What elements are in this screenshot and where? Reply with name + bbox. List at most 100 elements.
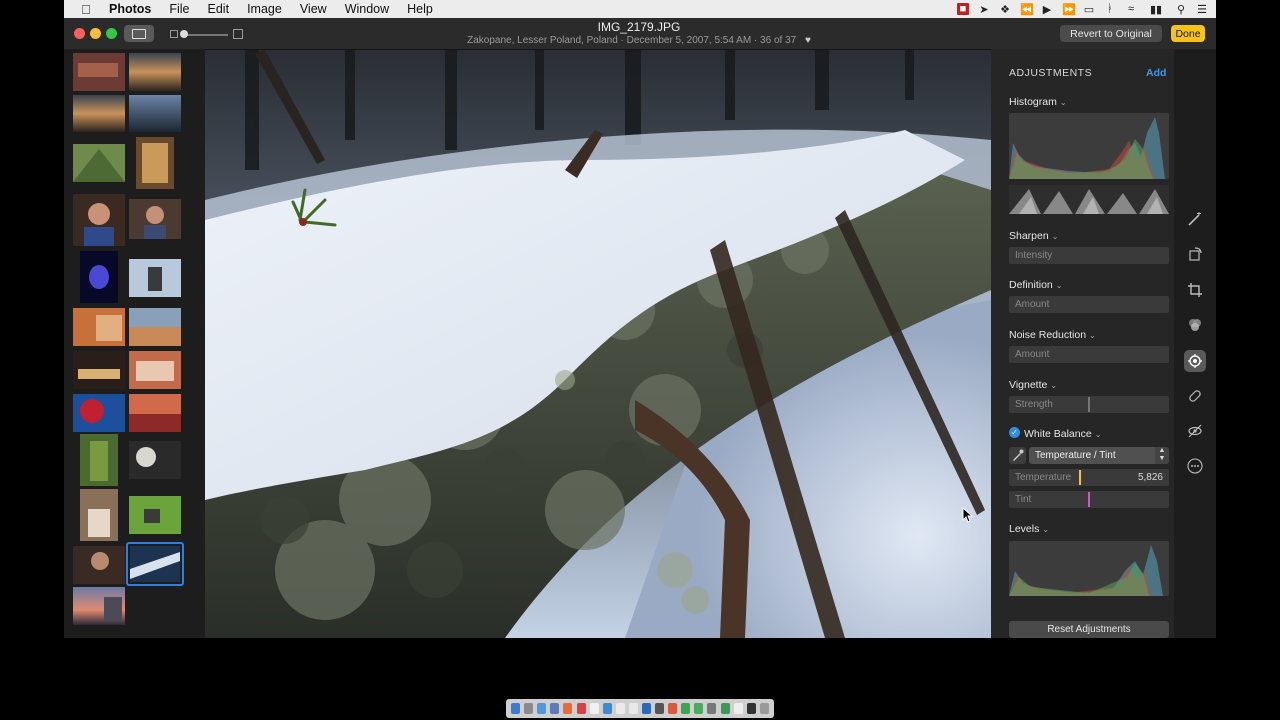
thumbnail[interactable] [73, 53, 125, 91]
histogram-section-toggle[interactable]: Histogram ⌄ [1009, 96, 1067, 108]
vignette-section-toggle[interactable]: Vignette ⌄ [1009, 379, 1057, 391]
list-icon[interactable]: ☰ [1196, 3, 1208, 16]
thumbnail[interactable] [129, 441, 181, 479]
temperature-marker[interactable] [1079, 470, 1081, 485]
menu-app-name[interactable]: Photos [100, 2, 160, 16]
calendar-icon[interactable] [576, 703, 586, 714]
histogram-strip[interactable] [1009, 185, 1169, 214]
levels-section-toggle[interactable]: Levels ⌄ [1009, 523, 1049, 535]
noise-reduction-section-toggle[interactable]: Noise Reduction ⌄ [1009, 329, 1096, 341]
chrome-icon[interactable] [668, 703, 678, 714]
thumbnail[interactable] [129, 394, 181, 432]
close-button[interactable] [74, 28, 85, 39]
facetime-icon[interactable] [694, 703, 704, 714]
red-eye-icon[interactable] [1184, 420, 1206, 442]
thumbnail[interactable] [129, 351, 181, 389]
thumbnail[interactable] [129, 308, 181, 346]
thumbnail[interactable] [73, 394, 125, 432]
fast-forward-icon[interactable]: ⏩ [1062, 3, 1076, 16]
tint-marker[interactable] [1088, 492, 1090, 507]
preview-icon[interactable] [628, 703, 638, 714]
menu-window[interactable]: Window [336, 2, 398, 16]
notes-icon[interactable] [589, 703, 599, 714]
white-balance-section-toggle[interactable]: White Balance ⌄ [1024, 428, 1101, 440]
thumbnail-strip[interactable] [64, 49, 205, 638]
trash-icon[interactable] [759, 703, 769, 714]
menu-file[interactable]: File [160, 2, 198, 16]
safari-icon[interactable] [537, 703, 547, 714]
monitor-icon[interactable] [746, 703, 756, 714]
mail-icon[interactable] [550, 703, 560, 714]
apple-logo-icon[interactable]:  [72, 2, 100, 17]
thumbnail[interactable] [80, 251, 118, 303]
launchpad-icon[interactable] [524, 703, 534, 714]
white-balance-checkbox[interactable]: ✓ [1009, 427, 1020, 438]
sidebar-toggle-button[interactable] [124, 25, 154, 42]
sharpen-section-toggle[interactable]: Sharpen ⌄ [1009, 230, 1058, 242]
bluetooth-icon[interactable]: ᛓ [1104, 3, 1116, 15]
wifi-icon[interactable]: ≈ [1125, 3, 1137, 15]
revert-to-original-button[interactable]: Revert to Original [1060, 25, 1162, 42]
menu-edit[interactable]: Edit [199, 2, 239, 16]
utility-icon[interactable] [707, 703, 717, 714]
heart-icon[interactable]: ♥ [805, 35, 811, 46]
slider-marker[interactable] [1088, 397, 1090, 412]
thumbnail[interactable] [136, 137, 174, 189]
thumbnail[interactable] [129, 199, 181, 239]
photos-app-icon[interactable] [563, 703, 573, 714]
retouch-icon[interactable] [1184, 385, 1206, 407]
rewind-icon[interactable]: ⏪ [1020, 3, 1034, 16]
messages-icon[interactable] [681, 703, 691, 714]
thumbnail[interactable] [73, 351, 125, 389]
rotate-icon[interactable] [1184, 243, 1206, 265]
reset-adjustments-button[interactable]: Reset Adjustments [1009, 621, 1169, 638]
sharpen-intensity-slider[interactable]: Intensity [1009, 247, 1169, 264]
more-icon[interactable] [1184, 455, 1206, 477]
crop-icon[interactable] [1184, 279, 1206, 301]
numbers-icon[interactable] [720, 703, 730, 714]
textedit-icon[interactable] [615, 703, 625, 714]
document-icon[interactable] [733, 703, 743, 714]
finder-icon[interactable] [511, 703, 521, 714]
add-adjustment-button[interactable]: Add [1146, 67, 1166, 79]
zoom-track[interactable] [182, 34, 228, 36]
battery-icon[interactable]: ▮▮ [1146, 3, 1166, 16]
definition-section-toggle[interactable]: Definition ⌄ [1009, 279, 1062, 291]
temperature-slider[interactable]: Temperature 5,826 [1009, 469, 1169, 486]
filters-icon[interactable] [1184, 314, 1206, 336]
system-prefs-icon[interactable] [641, 703, 651, 714]
definition-amount-slider[interactable]: Amount [1009, 296, 1169, 313]
done-button[interactable]: Done [1171, 25, 1205, 42]
thumbnail[interactable] [73, 95, 125, 132]
thumbnail[interactable] [80, 489, 118, 541]
fullscreen-button[interactable] [106, 28, 117, 39]
thumbnail[interactable] [129, 95, 181, 132]
thumbnail[interactable] [80, 434, 118, 486]
location-icon[interactable]: ➤ [978, 3, 990, 16]
zoom-slider[interactable] [170, 28, 243, 40]
thumbnail[interactable] [73, 194, 125, 246]
tint-slider[interactable]: Tint [1009, 491, 1169, 508]
thumbnail[interactable] [129, 259, 181, 297]
airplay-icon[interactable]: ▭ [1083, 3, 1095, 16]
adjust-icon[interactable] [1184, 350, 1206, 372]
dropbox-icon[interactable]: ❖ [999, 3, 1011, 16]
menu-view[interactable]: View [291, 2, 336, 16]
noise-amount-slider[interactable]: Amount [1009, 346, 1169, 363]
search-icon[interactable]: ⚲ [1175, 3, 1187, 16]
eyedropper-button[interactable] [1009, 447, 1026, 464]
thumbnail-selected[interactable] [126, 542, 184, 586]
zoom-knob[interactable] [180, 30, 188, 38]
thumbnail[interactable] [73, 308, 125, 346]
screen-record-icon[interactable]: ■ [957, 3, 969, 15]
thumbnail[interactable] [129, 496, 181, 534]
thumbnail[interactable] [73, 587, 125, 625]
vignette-strength-slider[interactable]: Strength [1009, 396, 1169, 413]
thumbnail[interactable] [73, 546, 125, 584]
white-balance-mode-select[interactable]: Temperature / Tint ▲ ▼ [1029, 447, 1169, 464]
play-icon[interactable]: ▶ [1041, 3, 1053, 16]
thumbnail[interactable] [73, 144, 125, 182]
magic-wand-icon[interactable] [1184, 208, 1206, 230]
minimize-button[interactable] [90, 28, 101, 39]
terminal-icon[interactable] [655, 703, 665, 714]
